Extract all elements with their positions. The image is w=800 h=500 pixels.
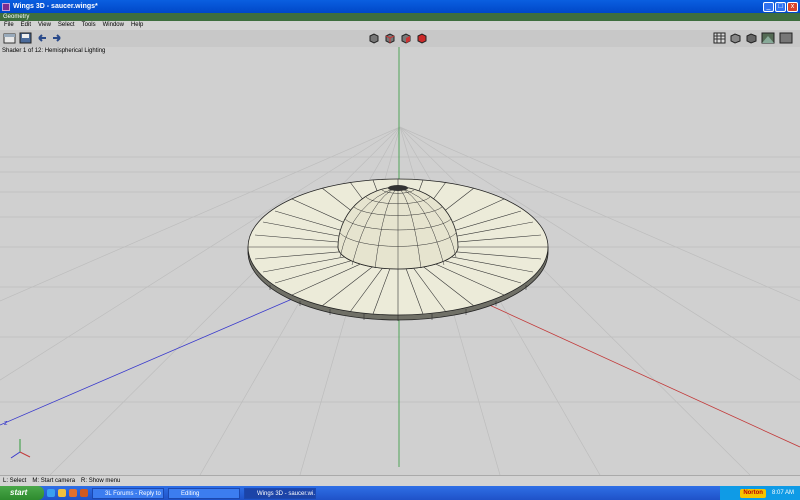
- system-tray: Norton 8:07 AM: [720, 486, 800, 500]
- task-forums[interactable]: 3L Forums - Reply to ...: [92, 487, 164, 499]
- firefox-icon[interactable]: [80, 489, 88, 497]
- menu-view[interactable]: View: [38, 21, 54, 30]
- undo-icon[interactable]: [35, 32, 48, 44]
- new-file-icon[interactable]: [3, 32, 16, 44]
- status-middle-click: M: Start camera: [32, 478, 76, 484]
- 3d-viewport[interactable]: z Shader 1 of 12: Hemispherical Lighting: [0, 47, 800, 475]
- z-axis-line: [0, 286, 321, 426]
- status-right-click: R: Show menu: [81, 478, 121, 484]
- windows-taskbar: start 3L Forums - Reply to ... Editing W…: [0, 486, 800, 500]
- task-wings3d[interactable]: Wings 3D - saucer.wi...: [244, 487, 316, 499]
- window-title: Wings 3D - saucer.wings*: [13, 3, 98, 10]
- outlook-icon[interactable]: [58, 489, 66, 497]
- face-mode-icon[interactable]: [400, 32, 412, 44]
- status-bar: L: Select M: Start camera R: Show menu: [0, 475, 800, 486]
- x-axis-line: [449, 286, 800, 448]
- scene-canvas[interactable]: z: [0, 47, 800, 475]
- minimize-button[interactable]: _: [763, 1, 774, 12]
- body-mode-icon[interactable]: [416, 32, 428, 44]
- norton-icon[interactable]: Norton: [740, 488, 766, 498]
- axis-gizmo: [10, 439, 31, 459]
- perspective-icon[interactable]: [761, 32, 775, 44]
- task-editing[interactable]: Editing: [168, 487, 240, 499]
- wings-app-icon: [2, 2, 10, 11]
- menu-help[interactable]: Help: [131, 21, 146, 30]
- menu-bar: File Edit View Select Tools Window Help: [0, 21, 800, 30]
- grid-toggle-icon[interactable]: [713, 32, 726, 44]
- menu-select[interactable]: Select: [58, 21, 78, 30]
- geometry-label: Geometry: [3, 14, 30, 20]
- menu-edit[interactable]: Edit: [21, 21, 34, 30]
- window-titlebar[interactable]: Wings 3D - saucer.wings* _ □ x: [0, 0, 800, 13]
- clock: 8:07 AM: [771, 490, 794, 496]
- redo-icon[interactable]: [51, 32, 64, 44]
- media-player-icon[interactable]: [69, 489, 77, 497]
- smooth-icon[interactable]: [745, 32, 758, 44]
- shader-info-text: Shader 1 of 12: Hemispherical Lighting: [2, 48, 106, 54]
- toolbar: [0, 30, 800, 48]
- start-button[interactable]: start: [0, 486, 44, 500]
- geometry-window-bar[interactable]: Geometry: [0, 13, 800, 21]
- close-button[interactable]: x: [787, 1, 798, 12]
- maximize-button[interactable]: □: [775, 1, 786, 12]
- status-left-click: L: Select: [3, 478, 27, 484]
- ortho-icon[interactable]: [779, 32, 793, 44]
- wireframe-icon[interactable]: [729, 32, 742, 44]
- edge-mode-icon[interactable]: [384, 32, 396, 44]
- z-axis-label: z: [4, 420, 8, 427]
- menu-file[interactable]: File: [4, 21, 17, 30]
- ie-icon[interactable]: [47, 489, 55, 497]
- saucer-model[interactable]: [247, 178, 549, 321]
- vertex-mode-icon[interactable]: [368, 32, 380, 44]
- menu-tools[interactable]: Tools: [82, 21, 99, 30]
- menu-window[interactable]: Window: [103, 21, 127, 30]
- save-icon[interactable]: [19, 32, 32, 44]
